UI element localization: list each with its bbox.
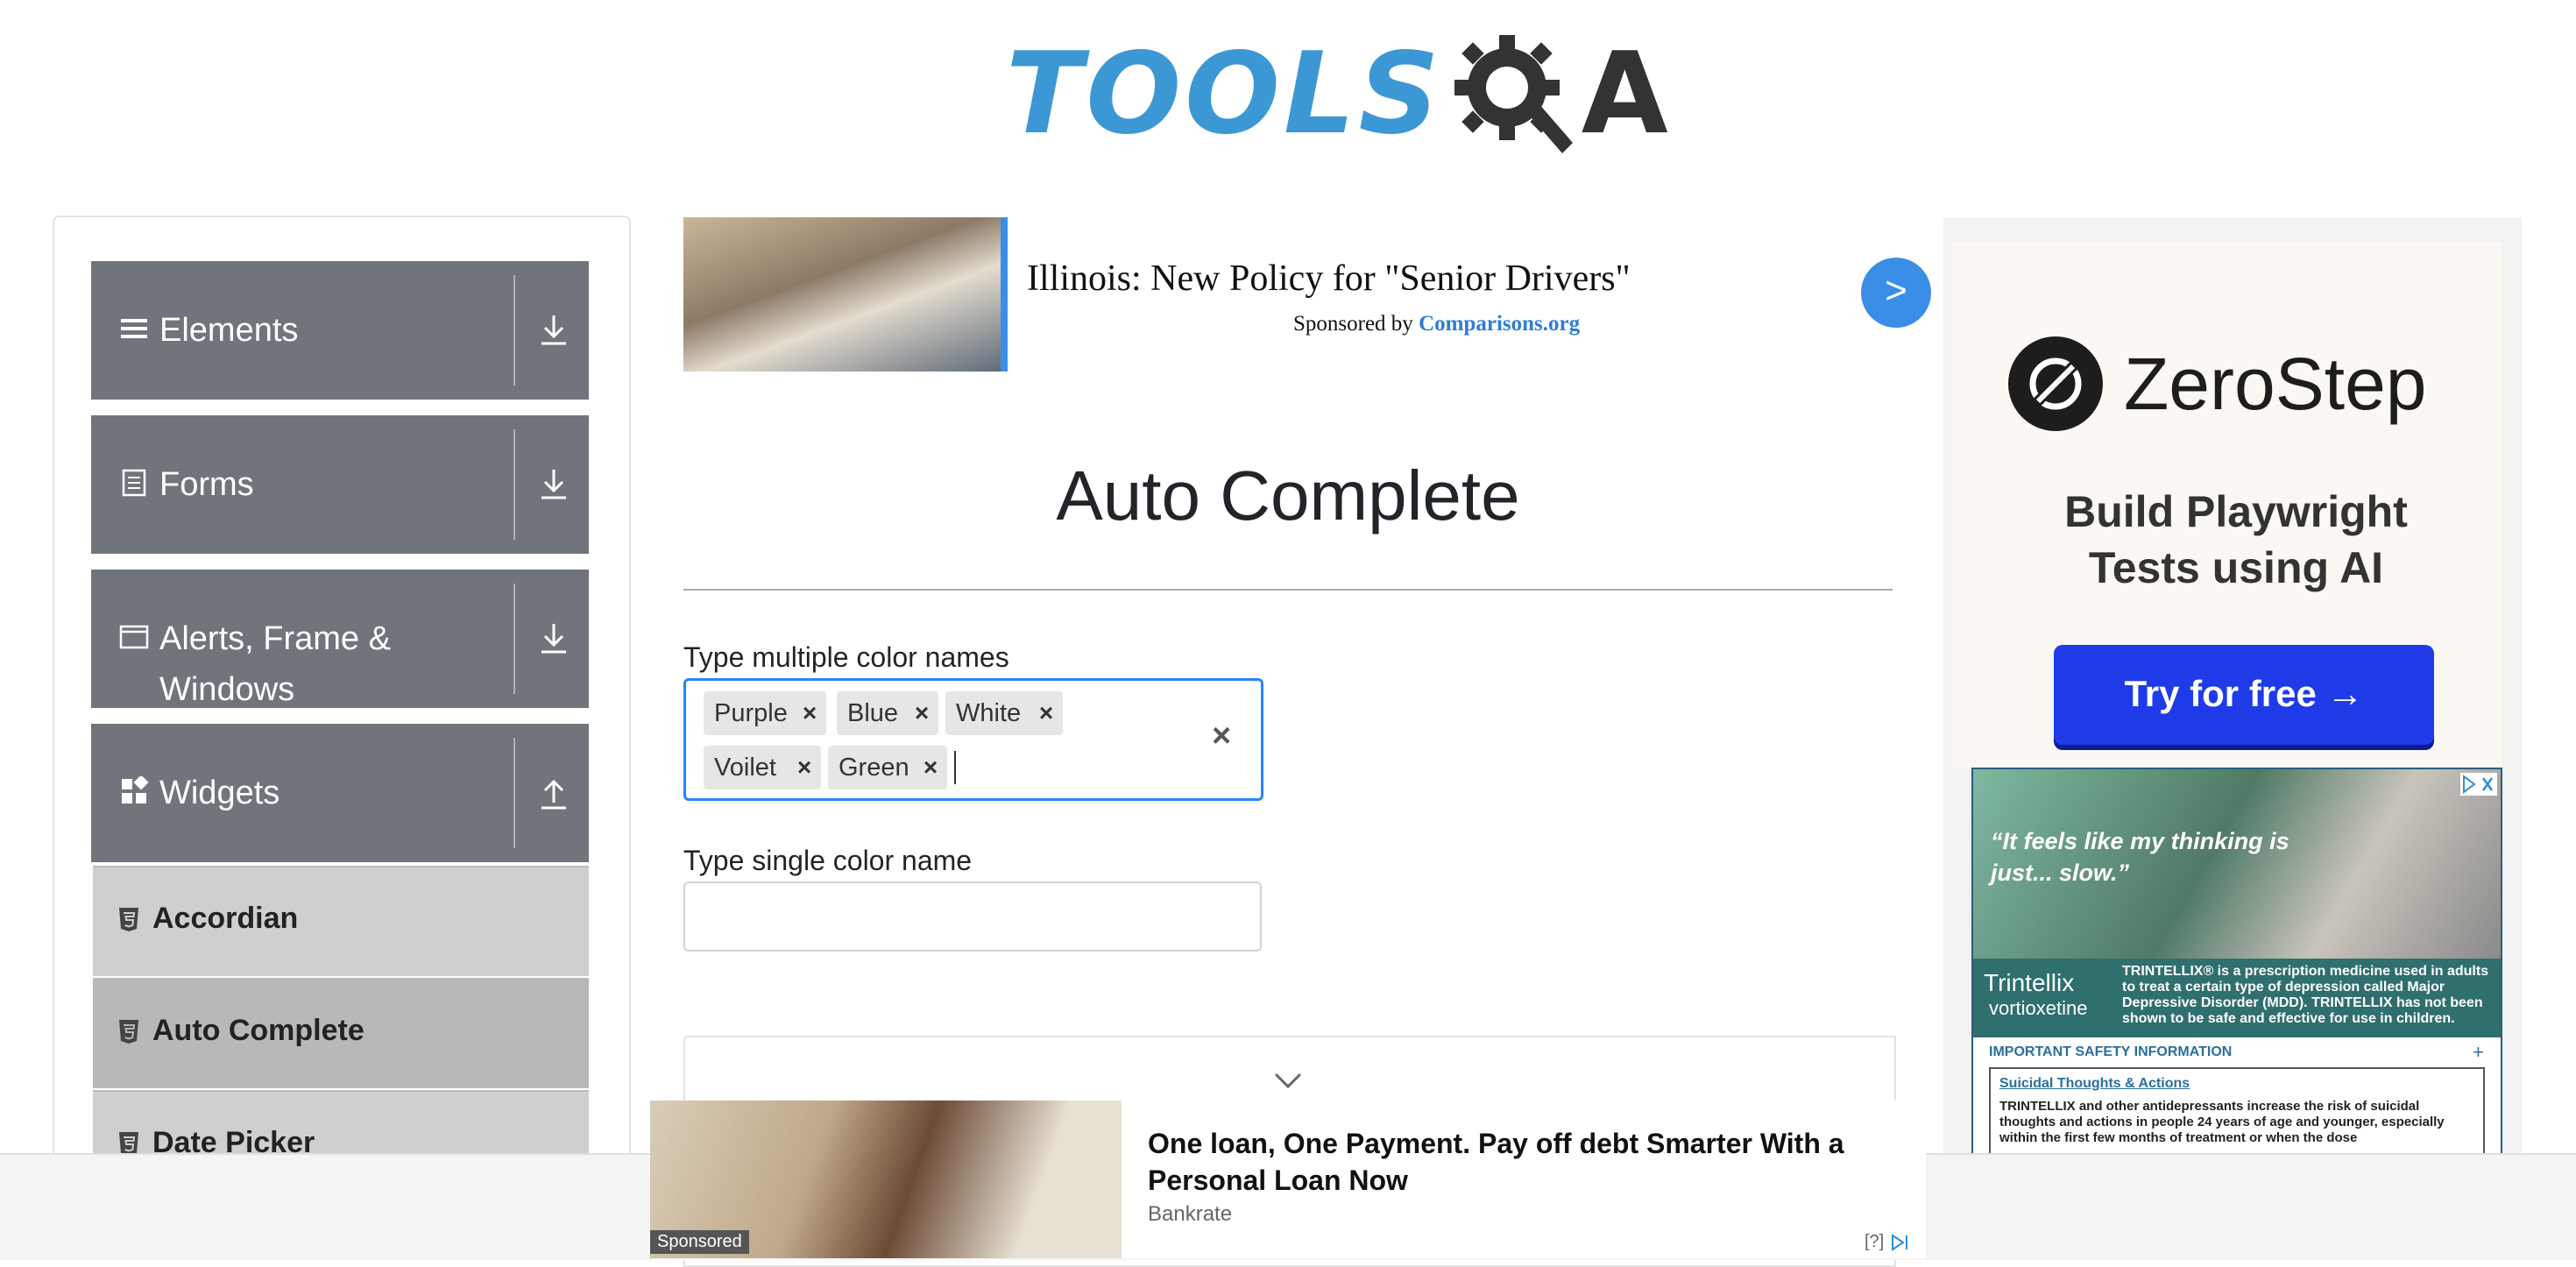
ad-sponsored-prefix: Sponsored by [1293,312,1413,336]
ad-help-text[interactable]: [?] [1865,1232,1884,1251]
single-color-label: Type single color name [683,845,973,876]
safety-info-heading: IMPORTANT SAFETY INFORMATION [1989,1044,2233,1059]
tagline-line2: Tests using AI [2088,543,2384,592]
chip-label: Purple [714,699,788,727]
remove-chip-icon[interactable]: × [914,746,947,789]
divider [513,738,515,848]
ad-photo [683,217,1004,372]
ad-sidebar-right[interactable]: ZeroStep Build Playwright Tests using AI… [1943,217,2522,1251]
ad-band-text: TRINTELLIX® is a prescription medicine u… [2122,964,2489,1026]
safety-section-title[interactable]: Suicidal Thoughts & Actions [1999,1076,2190,1092]
adchoices-icon[interactable] [2460,773,2497,796]
text-caret [954,751,956,784]
html5-icon [117,1018,140,1044]
html5-icon [117,906,140,932]
divider [513,584,515,694]
ad-sponsor-line: Sponsored by Comparisons.org [1293,312,1580,336]
ad-next-button[interactable]: > [1861,258,1931,328]
group-label: Forms [159,466,254,503]
ad-quote: “It feels like my thinking is just... sl… [1991,828,2289,886]
upload-icon[interactable] [534,773,573,811]
zerostep-tagline: Build Playwright Tests using AI [1961,484,2511,596]
group-label: Elements [159,312,299,349]
chip-label: Green [839,754,909,782]
color-chip: Green × [828,746,947,789]
expand-plus-icon[interactable]: + [2473,1041,2484,1064]
single-color-field[interactable] [699,883,1246,946]
download-icon[interactable] [534,619,573,657]
multi-color-label: Type multiple color names [683,641,1009,673]
adchoices-icon[interactable] [1889,1232,1914,1251]
download-icon[interactable] [534,310,573,349]
ad-source: Bankrate [1148,1202,1233,1226]
single-color-input[interactable] [683,881,1262,952]
color-chip: Voilet × [704,746,821,789]
divider [513,275,515,386]
sponsored-badge: Sponsored [650,1230,749,1254]
form-icon [119,468,149,498]
group-alerts-frame-windows[interactable]: Alerts, Frame & Windows [91,570,589,708]
gear-icon [1447,27,1578,163]
group-label: Widgets [159,775,280,811]
ad-banner-bottom[interactable]: Sponsored One loan, One Payment. Pay off… [650,1101,1926,1258]
ad-sponsor-link[interactable]: Comparisons.org [1419,312,1580,336]
divider [513,429,515,540]
color-chip: Purple × [704,691,826,735]
remove-chip-icon[interactable]: × [1030,691,1063,735]
title-divider [683,589,1893,591]
zerostep-brand: ZeroStep [2124,343,2427,425]
color-chip: Blue × [837,691,938,735]
ad-accent-bar [1001,217,1008,372]
ad-banner-top[interactable]: Illinois: New Policy for "Senior Drivers… [683,217,1931,372]
download-icon[interactable] [534,464,573,503]
group-widgets[interactable]: Widgets [91,724,589,862]
group-elements[interactable]: Elements [91,261,589,400]
logo-text: TOOLS [1006,29,1443,159]
sidebar-item-label: Auto Complete [152,1014,364,1047]
logo-suffix: A [1581,29,1668,159]
toolsqa-logo[interactable]: TOOLS A [1006,25,1668,165]
window-icon [119,622,149,652]
zerostep-logo-icon [2008,336,2103,431]
group-forms[interactable]: Forms [91,415,589,554]
remove-chip-icon[interactable]: × [793,691,826,735]
widgets-icon [119,775,149,806]
page-title: Auto Complete [1056,457,1520,534]
clear-all-icon[interactable]: × [1212,718,1231,755]
left-panel: Elements Forms Alerts, Frame & Windows W… [53,216,631,1235]
sidebar-item-accordian[interactable]: Accordian [93,866,589,976]
tagline-line1: Build Playwright [2064,487,2408,536]
ad-headline[interactable]: Illinois: New Policy for "Senior Drivers… [1027,258,1631,300]
remove-chip-icon[interactable]: × [905,691,938,735]
ad-headline[interactable]: One loan, One Payment. Pay off debt Smar… [1148,1125,1901,1199]
try-for-free-button[interactable]: Try for free → [2054,645,2434,745]
sidebar-item-auto-complete[interactable]: Auto Complete [93,978,589,1088]
chip-label: Blue [847,699,899,727]
color-chip: White × [945,691,1063,735]
chip-label: Voilet [714,754,776,782]
remove-chip-icon[interactable]: × [788,746,821,789]
group-label-line2: Windows [159,671,295,708]
trintellix-brand: Trintellix [1984,969,2075,996]
chip-label: White [956,699,1022,727]
multi-color-input[interactable]: Purple × Blue × White × Voilet × Green ×… [683,678,1263,801]
trintellix-brand-sub: vortioxetine [1989,997,2088,1019]
sidebar-item-label: Accordian [152,902,299,935]
safety-section-body: TRINTELLIX and other antidepressants inc… [1999,1099,2445,1145]
zerostep-ad[interactable]: ZeroStep Build Playwright Tests using AI… [1952,242,2502,768]
ad-help[interactable]: [?] [1865,1232,1914,1252]
chevron-down-icon[interactable] [1272,1071,1304,1092]
group-label: Alerts, Frame & [159,620,391,657]
menu-icon [119,314,149,343]
